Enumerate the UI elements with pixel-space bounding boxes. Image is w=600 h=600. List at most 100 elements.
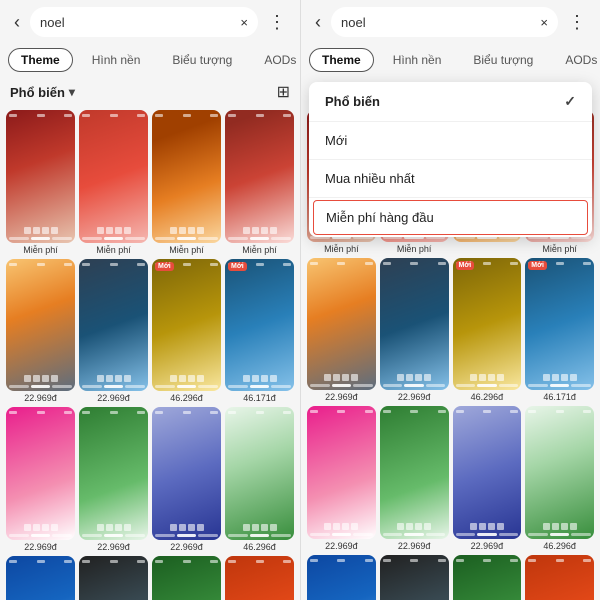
theme-item[interactable]: Miễn phí [225,110,294,255]
new-badge: Mới [155,262,174,271]
grid-toggle-button[interactable]: ⊞ [277,82,290,102]
theme-item[interactable]: 46.296đ [525,555,594,600]
theme-thumbnail: Mới [152,259,221,392]
dropdown-item-label: Miễn phí hàng đầu [326,210,434,225]
theme-price: Miễn phí [324,244,359,254]
search-bar: ‹ noel × ⋮ [0,0,300,44]
theme-price: Miễn phí [542,244,577,254]
theme-item[interactable]: 22.969đ [79,259,148,404]
theme-thumbnail: Mới [225,259,294,392]
theme-price: 22.969đ [325,392,358,402]
clear-search-button[interactable]: × [540,15,548,30]
theme-thumbnail [380,406,449,538]
theme-item[interactable]: Mới46.171đ [225,259,294,404]
theme-thumbnail [453,406,522,538]
dropdown-item-2[interactable]: Mua nhiều nhất [309,160,592,198]
theme-thumbnail [453,555,522,600]
theme-price: 46.296đ [543,541,576,551]
tab-aods[interactable]: AODs [552,48,600,72]
theme-thumbnail [152,556,221,600]
tab-hình-nền[interactable]: Hình nền [380,48,455,72]
theme-thumbnail [152,110,221,243]
theme-price: 22.969đ [471,541,504,551]
theme-thumbnail: Mới [453,258,522,390]
themes-grid: Miễn phíMiễn phíMiễn phíMiễn phí22.969đ2… [0,106,300,600]
clear-search-button[interactable]: × [240,15,248,30]
tab-hình-nền[interactable]: Hình nền [79,48,154,72]
theme-item[interactable]: Miễn phí [152,110,221,255]
tab-bar: ThemeHình nềnBiểu tượngAODs [0,44,300,78]
theme-price: 22.969đ [398,392,431,402]
theme-item[interactable]: 22.969đ [307,258,376,402]
theme-item[interactable]: 22.969đ [6,556,75,600]
theme-item[interactable]: 46.296đ [453,555,522,600]
tab-biểu-tượng[interactable]: Biểu tượng [159,48,245,72]
more-options-button[interactable]: ⋮ [564,10,590,35]
theme-price: 22.969đ [97,542,130,552]
theme-item[interactable]: 22.969đ [307,406,376,550]
theme-price: Miễn phí [242,245,277,255]
back-button[interactable]: ‹ [10,10,24,35]
theme-item[interactable]: 22.969đ [6,407,75,552]
theme-thumbnail [307,406,376,538]
theme-thumbnail [79,259,148,392]
theme-thumbnail [6,110,75,243]
tab-aods[interactable]: AODs [251,48,300,72]
theme-item[interactable]: 46.296đ [225,407,294,552]
theme-item[interactable]: 22.969đ [380,258,449,402]
theme-price: 46.171đ [243,393,276,403]
theme-thumbnail [79,407,148,540]
theme-thumbnail [79,110,148,243]
theme-item[interactable]: 22.969đ [6,259,75,404]
theme-thumbnail [225,407,294,540]
search-bar: ‹noel×⋮ [301,0,600,44]
theme-price: 22.969đ [398,541,431,551]
theme-price: Miễn phí [397,244,432,254]
theme-price: 22.969đ [170,542,203,552]
theme-item[interactable]: 22.969đ [79,556,148,600]
theme-item[interactable]: 22.969đ [453,406,522,550]
theme-item[interactable]: 22.969đ [380,555,449,600]
theme-item[interactable]: Mới46.171đ [525,258,594,402]
theme-item[interactable]: 46.296đ [152,556,221,600]
theme-item[interactable]: Miễn phí [79,110,148,255]
search-input-wrap[interactable]: noel× [331,7,558,37]
search-input-wrap[interactable]: noel × [30,7,258,37]
theme-item[interactable]: 46.296đ [525,406,594,550]
sort-row: Phổ biến▾ ⊞ [0,78,300,106]
dropdown-item-1[interactable]: Mới [309,122,592,160]
theme-price: 22.969đ [24,542,57,552]
theme-thumbnail [6,556,75,600]
sort-button[interactable]: Phổ biến▾ [10,85,75,100]
dropdown-item-label: Phổ biến [325,94,380,109]
theme-item[interactable]: 46.296đ [225,556,294,600]
tab-bar: ThemeHình nềnBiểu tượngAODs [301,44,600,78]
theme-thumbnail: Mới [525,258,594,390]
new-badge: Mới [456,261,475,270]
theme-thumbnail [6,407,75,540]
theme-item[interactable]: 22.969đ [307,555,376,600]
search-query: noel [40,15,65,30]
theme-price: 46.296đ [170,393,203,403]
left-panel: ‹noel×⋮ThemeHình nềnBiểu tượngAODsPhổ bi… [0,0,300,600]
back-button[interactable]: ‹ [311,10,325,35]
more-options-button[interactable]: ⋮ [264,10,290,35]
theme-item[interactable]: Mới 46.296đ [152,259,221,404]
sort-chevron-icon: ▾ [69,85,75,99]
right-panel: ‹noel×⋮ThemeHình nềnBiểu tượngAODsPhổ bi… [300,0,600,600]
theme-thumbnail [152,407,221,540]
theme-item[interactable]: Mới 46.296đ [453,258,522,402]
theme-price: Miễn phí [169,245,204,255]
theme-item[interactable]: Miễn phí [6,110,75,255]
tab-theme[interactable]: Theme [8,48,73,72]
theme-item[interactable]: 22.969đ [79,407,148,552]
theme-price: 46.296đ [471,392,504,402]
tab-theme[interactable]: Theme [309,48,374,72]
dropdown-item-3[interactable]: Miễn phí hàng đầu [313,200,588,235]
new-badge: Mới [528,261,547,270]
theme-price: Miễn phí [96,245,131,255]
dropdown-item-0[interactable]: Phổ biến✓ [309,82,592,122]
theme-item[interactable]: 22.969đ [380,406,449,550]
tab-biểu-tượng[interactable]: Biểu tượng [460,48,546,72]
theme-item[interactable]: 22.969đ [152,407,221,552]
